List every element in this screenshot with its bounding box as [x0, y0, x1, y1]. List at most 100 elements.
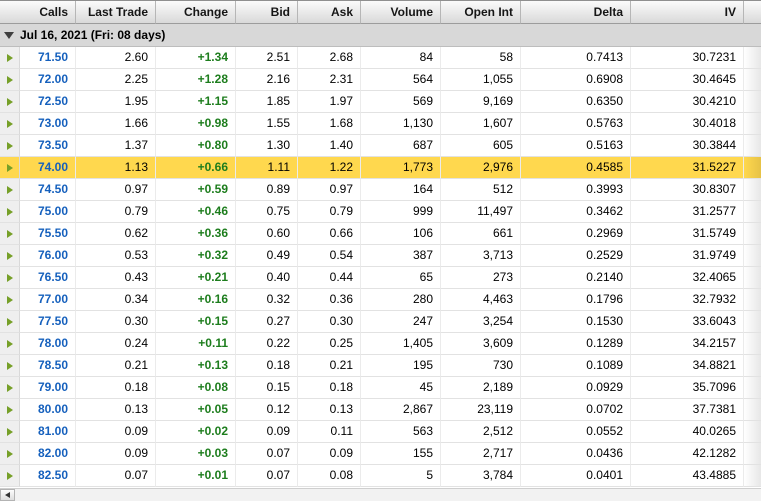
- column-header-ask[interactable]: Ask: [298, 1, 361, 24]
- strike-cell[interactable]: 73.50: [20, 135, 76, 157]
- change-cell[interactable]: +0.16: [156, 289, 236, 311]
- last-trade-cell[interactable]: 0.07: [76, 465, 156, 487]
- option-row[interactable]: 71.50 2.60 +1.34 2.51 2.68 84 58 0.7413 30.7231: [0, 47, 761, 69]
- volume-cell[interactable]: 687: [361, 135, 441, 157]
- option-row[interactable]: 73.50 1.37 +0.80 1.30 1.40 687 605 0.5163 30.384…: [0, 135, 761, 157]
- ask-cell[interactable]: 0.97: [298, 179, 361, 201]
- ask-cell[interactable]: 0.13: [298, 399, 361, 421]
- option-row[interactable]: 76.50 0.43 +0.21 0.40 0.44 65 273 0.2140 32.4065: [0, 267, 761, 289]
- option-row[interactable]: 82.50 0.07 +0.01 0.07 0.08 5 3,784 0.0401 43.488…: [0, 465, 761, 487]
- last-trade-cell[interactable]: 0.43: [76, 267, 156, 289]
- open-int-cell[interactable]: 4,463: [441, 289, 521, 311]
- last-trade-cell[interactable]: 0.97: [76, 179, 156, 201]
- delta-cell[interactable]: 0.1530: [521, 311, 631, 333]
- last-trade-cell[interactable]: 2.25: [76, 69, 156, 91]
- delta-cell[interactable]: 0.0401: [521, 465, 631, 487]
- iv-cell[interactable]: 30.4210: [631, 91, 744, 113]
- iv-cell[interactable]: 31.2577: [631, 201, 744, 223]
- change-cell[interactable]: +1.28: [156, 69, 236, 91]
- strike-cell[interactable]: 72.00: [20, 69, 76, 91]
- delta-cell[interactable]: 0.1796: [521, 289, 631, 311]
- bid-cell[interactable]: 1.55: [236, 113, 298, 135]
- iv-cell[interactable]: 42.1282: [631, 443, 744, 465]
- last-trade-cell[interactable]: 1.95: [76, 91, 156, 113]
- change-cell[interactable]: +1.34: [156, 47, 236, 69]
- bid-cell[interactable]: 0.22: [236, 333, 298, 355]
- expiry-group-header[interactable]: Jul 16, 2021 (Fri: 08 days): [0, 24, 761, 47]
- option-row[interactable]: 80.00 0.13 +0.05 0.12 0.13 2,867 23,119 0.0702 3…: [0, 399, 761, 421]
- last-trade-cell[interactable]: 0.34: [76, 289, 156, 311]
- bid-cell[interactable]: 0.40: [236, 267, 298, 289]
- delta-cell[interactable]: 0.3462: [521, 201, 631, 223]
- row-expand-cell[interactable]: [0, 135, 20, 157]
- last-trade-cell[interactable]: 0.13: [76, 399, 156, 421]
- iv-cell[interactable]: 32.4065: [631, 267, 744, 289]
- change-cell[interactable]: +0.02: [156, 421, 236, 443]
- delta-cell[interactable]: 0.3993: [521, 179, 631, 201]
- bid-cell[interactable]: 0.15: [236, 377, 298, 399]
- volume-cell[interactable]: 164: [361, 179, 441, 201]
- strike-cell[interactable]: 76.50: [20, 267, 76, 289]
- bid-cell[interactable]: 1.30: [236, 135, 298, 157]
- delta-cell[interactable]: 0.0436: [521, 443, 631, 465]
- change-cell[interactable]: +0.32: [156, 245, 236, 267]
- open-int-cell[interactable]: 605: [441, 135, 521, 157]
- volume-cell[interactable]: 387: [361, 245, 441, 267]
- ask-cell[interactable]: 0.21: [298, 355, 361, 377]
- row-expand-cell[interactable]: [0, 47, 20, 69]
- volume-cell[interactable]: 84: [361, 47, 441, 69]
- volume-cell[interactable]: 155: [361, 443, 441, 465]
- change-cell[interactable]: +0.66: [156, 157, 236, 179]
- option-row[interactable]: 72.50 1.95 +1.15 1.85 1.97 569 9,169 0.6350 30.4…: [0, 91, 761, 113]
- ask-cell[interactable]: 0.25: [298, 333, 361, 355]
- volume-cell[interactable]: 1,130: [361, 113, 441, 135]
- strike-cell[interactable]: 77.00: [20, 289, 76, 311]
- bid-cell[interactable]: 2.16: [236, 69, 298, 91]
- change-cell[interactable]: +0.98: [156, 113, 236, 135]
- strike-cell[interactable]: 72.50: [20, 91, 76, 113]
- bid-cell[interactable]: 0.09: [236, 421, 298, 443]
- iv-cell[interactable]: 30.3844: [631, 135, 744, 157]
- change-cell[interactable]: +0.11: [156, 333, 236, 355]
- ask-cell[interactable]: 0.30: [298, 311, 361, 333]
- delta-cell[interactable]: 0.6908: [521, 69, 631, 91]
- strike-cell[interactable]: 78.00: [20, 333, 76, 355]
- bid-cell[interactable]: 1.85: [236, 91, 298, 113]
- volume-cell[interactable]: 1,405: [361, 333, 441, 355]
- open-int-cell[interactable]: 3,713: [441, 245, 521, 267]
- column-header-last-trade[interactable]: Last Trade: [76, 1, 156, 24]
- option-row[interactable]: 82.00 0.09 +0.03 0.07 0.09 155 2,717 0.0436 42.1…: [0, 443, 761, 465]
- volume-cell[interactable]: 999: [361, 201, 441, 223]
- bid-cell[interactable]: 0.32: [236, 289, 298, 311]
- last-trade-cell[interactable]: 2.60: [76, 47, 156, 69]
- column-header-calls[interactable]: Calls: [0, 1, 76, 24]
- delta-cell[interactable]: 0.5163: [521, 135, 631, 157]
- option-row[interactable]: 77.00 0.34 +0.16 0.32 0.36 280 4,463 0.1796 32.7…: [0, 289, 761, 311]
- volume-cell[interactable]: 195: [361, 355, 441, 377]
- last-trade-cell[interactable]: 1.66: [76, 113, 156, 135]
- last-trade-cell[interactable]: 0.30: [76, 311, 156, 333]
- change-cell[interactable]: +0.03: [156, 443, 236, 465]
- delta-cell[interactable]: 0.5763: [521, 113, 631, 135]
- bid-cell[interactable]: 0.07: [236, 465, 298, 487]
- ask-cell[interactable]: 0.36: [298, 289, 361, 311]
- ask-cell[interactable]: 0.79: [298, 201, 361, 223]
- open-int-cell[interactable]: 3,784: [441, 465, 521, 487]
- delta-cell[interactable]: 0.4585: [521, 157, 631, 179]
- strike-cell[interactable]: 82.00: [20, 443, 76, 465]
- row-expand-cell[interactable]: [0, 179, 20, 201]
- iv-cell[interactable]: 30.8307: [631, 179, 744, 201]
- delta-cell[interactable]: 0.0552: [521, 421, 631, 443]
- row-expand-cell[interactable]: [0, 399, 20, 421]
- ask-cell[interactable]: 1.22: [298, 157, 361, 179]
- volume-cell[interactable]: 5: [361, 465, 441, 487]
- volume-cell[interactable]: 1,773: [361, 157, 441, 179]
- column-header-iv[interactable]: IV: [631, 1, 744, 24]
- option-row[interactable]: 81.00 0.09 +0.02 0.09 0.11 563 2,512 0.0552 40.0…: [0, 421, 761, 443]
- row-expand-cell[interactable]: [0, 377, 20, 399]
- change-cell[interactable]: +0.36: [156, 223, 236, 245]
- ask-cell[interactable]: 1.40: [298, 135, 361, 157]
- last-trade-cell[interactable]: 0.24: [76, 333, 156, 355]
- bid-cell[interactable]: 0.27: [236, 311, 298, 333]
- column-header-bid[interactable]: Bid: [236, 1, 298, 24]
